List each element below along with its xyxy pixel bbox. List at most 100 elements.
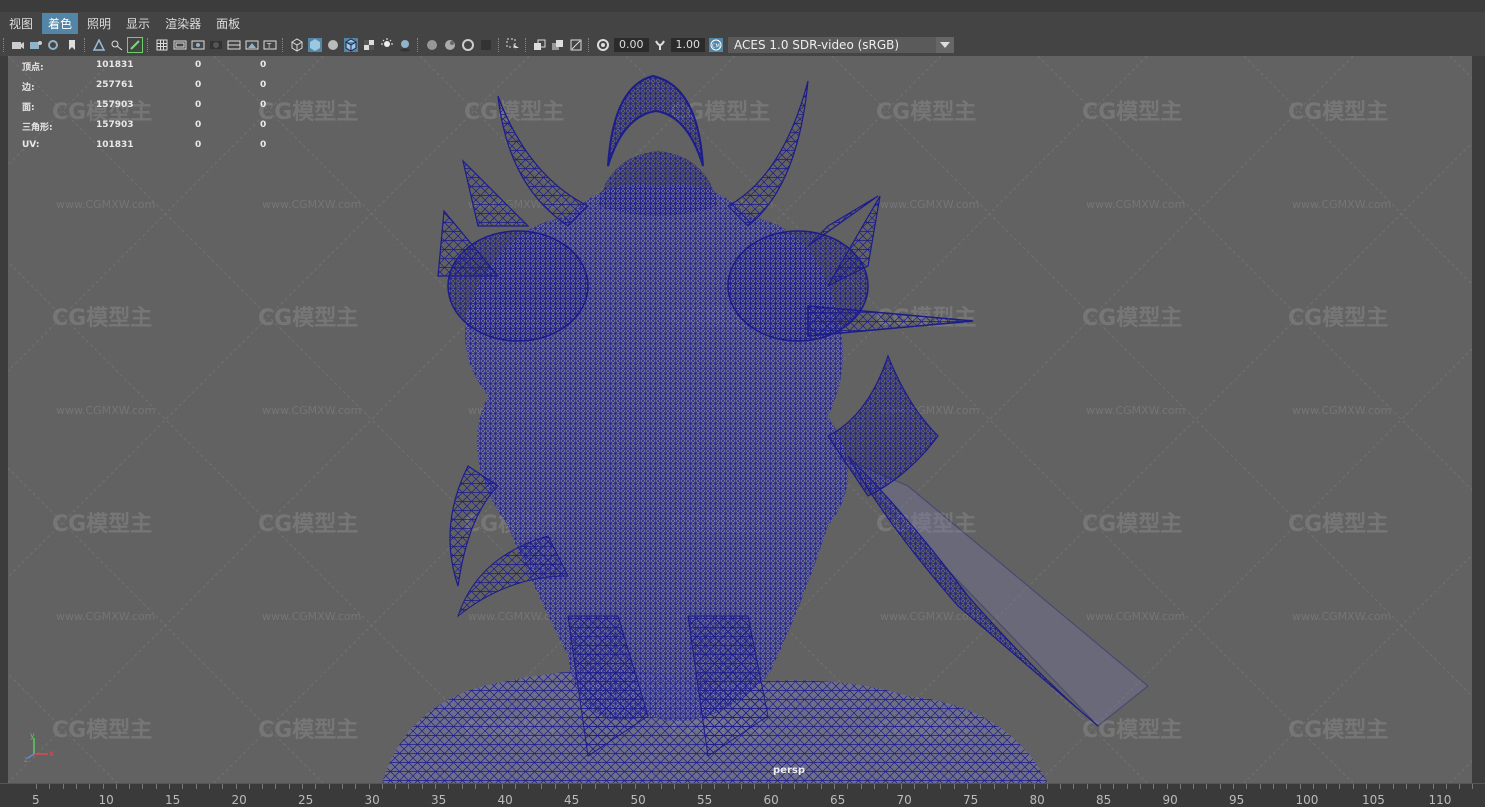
timeline-tick xyxy=(887,784,889,789)
toolbar-separator xyxy=(84,38,87,52)
camera-attributes-icon[interactable] xyxy=(29,38,43,52)
resolution-gate-icon[interactable] xyxy=(191,38,205,52)
timeline-tick xyxy=(674,784,676,789)
timeline-tick xyxy=(408,784,410,789)
timeline-tick-label: 35 xyxy=(431,793,447,807)
timeline-tick xyxy=(980,784,982,789)
color-management-icon[interactable]: CM xyxy=(709,38,723,52)
default-material-icon[interactable] xyxy=(326,38,340,52)
ambient-occlusion-icon[interactable] xyxy=(479,38,493,52)
timeline-tick xyxy=(75,784,77,789)
timeline-tick xyxy=(1379,784,1381,789)
exposure-icon[interactable] xyxy=(596,38,610,52)
isolate-select-icon[interactable] xyxy=(506,38,520,52)
menu-4[interactable]: 渲染器 xyxy=(159,13,207,34)
hud-v1: 157903 xyxy=(96,120,134,130)
grease-pencil-icon[interactable] xyxy=(127,37,143,53)
timeline-tick-label: 110 xyxy=(1428,793,1452,807)
textured-icon[interactable] xyxy=(362,38,376,52)
timeline-tick xyxy=(847,784,849,789)
hud-v2: 0 xyxy=(195,120,202,130)
safe-title-icon[interactable]: T xyxy=(263,38,277,52)
smooth-shade-icon[interactable] xyxy=(308,38,322,52)
xray-icon[interactable] xyxy=(425,38,439,52)
timeline-tick-label: 10 xyxy=(98,793,114,807)
timeline-tick xyxy=(288,784,290,789)
screen-space-ao-icon[interactable] xyxy=(551,38,565,52)
menu-0[interactable]: 视图 xyxy=(3,13,39,34)
timeline-tick-label: 50 xyxy=(630,793,646,807)
timeline-tick xyxy=(940,784,942,789)
timeline-tick xyxy=(794,784,796,789)
2d-pan-zoom-icon[interactable] xyxy=(110,38,124,52)
timeline-tick xyxy=(1326,784,1328,789)
menu-5[interactable]: 面板 xyxy=(210,13,246,34)
shadows-icon[interactable] xyxy=(398,38,412,52)
timeline-tick-label: 30 xyxy=(364,793,380,807)
timeline-tick xyxy=(1073,784,1075,789)
poly-count-hud: 顶点: 101831 0 0 边: 257761 0 0 面: 157903 0 0 三角形: 15790… xyxy=(22,60,266,160)
grid-icon[interactable] xyxy=(155,38,169,52)
timeline-tick xyxy=(368,784,370,789)
gamma-field[interactable]: 1.00 xyxy=(670,38,705,52)
wireframe-icon[interactable] xyxy=(290,38,304,52)
multisample-aa-icon[interactable] xyxy=(533,38,547,52)
view-transform-dropdown[interactable]: ACES 1.0 SDR-video (sRGB) xyxy=(728,37,954,53)
safe-action-icon[interactable] xyxy=(245,38,259,52)
menu-1[interactable]: 着色 xyxy=(42,12,79,34)
timeline-tick xyxy=(1272,784,1274,789)
bookmark-flag-icon[interactable] xyxy=(65,38,79,52)
wireframe-on-shaded-icon[interactable] xyxy=(344,38,358,52)
perspective-viewport[interactable]: CG模型主 www.CGMXW.com CG模型主 www.CGMXW.com CG模型… xyxy=(8,56,1472,783)
menu-2[interactable]: 照明 xyxy=(81,13,117,34)
menu-3[interactable]: 显示 xyxy=(120,13,156,34)
timeline-tick xyxy=(435,784,436,789)
timeline-tick xyxy=(395,784,397,789)
timeline-tick-label: 95 xyxy=(1229,793,1245,807)
timeline-tick xyxy=(488,784,490,789)
timeline-tick xyxy=(993,784,995,789)
chevron-down-icon[interactable] xyxy=(936,37,954,53)
hud-v2: 0 xyxy=(195,140,202,150)
timeline-tick xyxy=(248,784,250,789)
timeline-tick xyxy=(820,784,822,789)
timeline-tick xyxy=(182,784,184,789)
hud-row: 面: 157903 0 0 xyxy=(22,100,266,120)
timeline-tick xyxy=(873,784,875,789)
toolbar-separator xyxy=(498,38,501,52)
image-plane-icon[interactable] xyxy=(92,38,106,52)
timeline-tick xyxy=(195,784,197,789)
view-transform-value: ACES 1.0 SDR-video (sRGB) xyxy=(734,38,900,52)
xray-joints-icon[interactable] xyxy=(443,38,457,52)
select-camera-icon[interactable] xyxy=(11,38,25,52)
gamma-icon[interactable] xyxy=(653,38,667,52)
timeline-tick xyxy=(89,784,91,789)
timeline-tick xyxy=(714,784,716,789)
time-slider[interactable]: 5 10 15 20 25 30 35 40 45 50 55 60 65 70 75 80 85 90 95 100… xyxy=(0,783,1485,807)
timeline-tick xyxy=(102,784,104,789)
timeline-tick xyxy=(142,784,144,789)
timeline-tick-label: 20 xyxy=(231,793,247,807)
xray-components-icon[interactable] xyxy=(461,38,475,52)
timeline-tick xyxy=(1113,784,1115,789)
bookmarks-icon[interactable] xyxy=(47,38,61,52)
hud-v1: 101831 xyxy=(96,60,134,70)
use-all-lights-icon[interactable] xyxy=(380,38,394,52)
timeline-tick xyxy=(634,784,636,789)
exposure-field[interactable]: 0.00 xyxy=(614,38,649,52)
timeline-tick xyxy=(49,784,51,789)
hud-v2: 0 xyxy=(195,100,202,110)
timeline-tick xyxy=(740,784,742,789)
motion-blur-icon[interactable] xyxy=(569,38,583,52)
timeline-tick-label: 70 xyxy=(896,793,912,807)
panel-menu-bar: 视图 着色 照明 显示 渲染器 面板 xyxy=(0,12,1485,34)
toolbar-separator xyxy=(147,38,150,52)
timeline-tick xyxy=(1060,784,1062,789)
film-gate-icon[interactable] xyxy=(173,38,187,52)
timeline-tick xyxy=(754,784,756,789)
gate-mask-icon[interactable] xyxy=(209,38,223,52)
svg-text:CM: CM xyxy=(712,44,720,50)
timeline-tick-label: 60 xyxy=(763,793,779,807)
field-chart-icon[interactable] xyxy=(227,38,241,52)
timeline-tick xyxy=(222,784,224,789)
